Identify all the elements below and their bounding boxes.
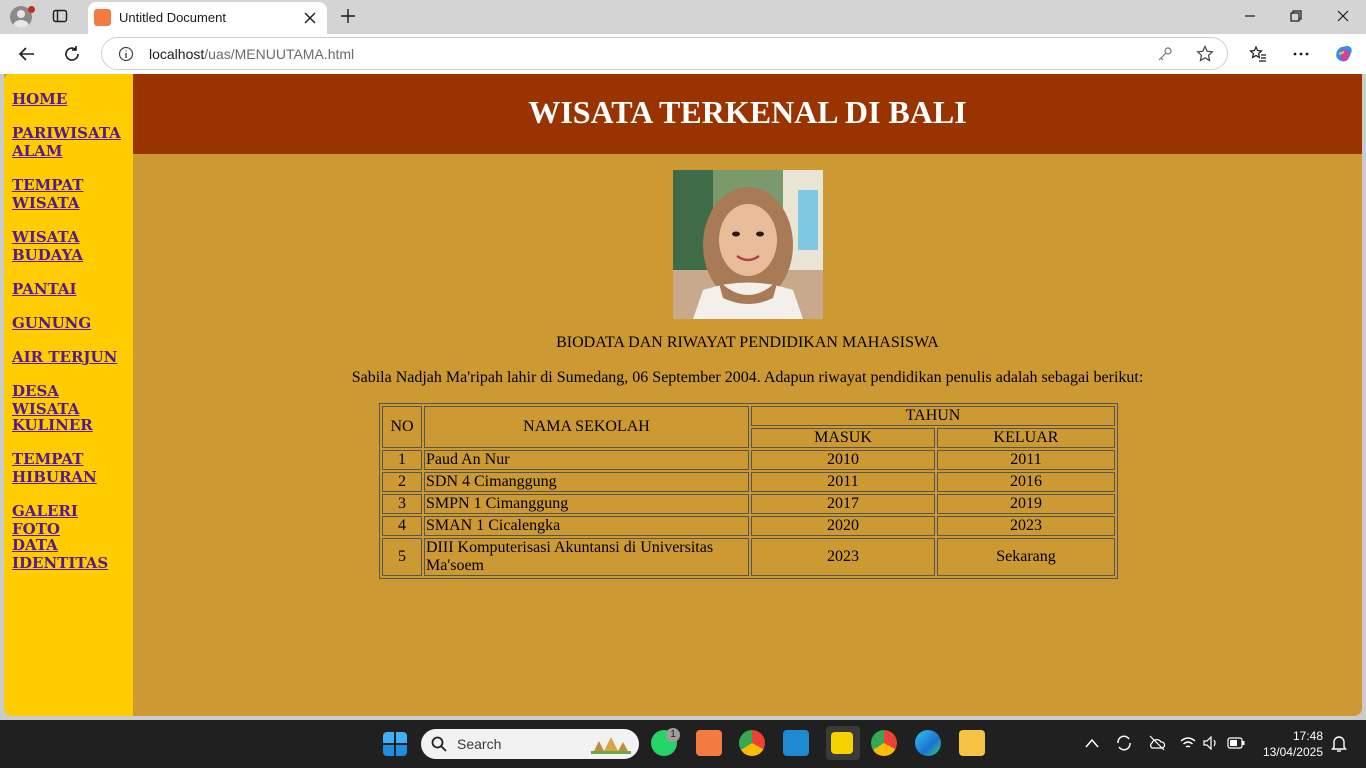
cell-no: 3 [382, 494, 422, 514]
favorite-star-icon[interactable] [1196, 45, 1214, 63]
volume-icon[interactable] [1203, 736, 1219, 750]
browser-tab-bar: Untitled Document [0, 0, 1366, 34]
cell-out: 2023 [937, 516, 1115, 536]
table-row: 1 Paud An Nur 2010 2011 [382, 450, 1115, 470]
nav-pariwisata-alam[interactable]: PARIWISATA ALAM [12, 124, 127, 160]
vscode-icon[interactable] [783, 730, 809, 756]
cell-school: SMPN 1 Cimanggung [424, 494, 749, 514]
bio-text: Sabila Nadjah Ma'ripah lahir di Sumedang… [351, 369, 1144, 386]
header-in: MASUK [751, 428, 935, 448]
favorites-icon[interactable] [1249, 45, 1267, 63]
url-path: /uas/MENUUTAMA.html [204, 46, 355, 62]
table-row: 4 SMAN 1 Cicalengka 2020 2023 [382, 516, 1115, 536]
notification-bell-icon[interactable] [1331, 735, 1347, 753]
close-window-icon[interactable] [1336, 9, 1350, 23]
back-arrow-icon[interactable] [18, 45, 36, 63]
windows-taskbar: Search 1 17:48 13/04/2025 [0, 720, 1366, 768]
cloud-off-icon[interactable] [1148, 735, 1166, 751]
cell-no: 1 [382, 450, 422, 470]
search-placeholder: Search [457, 736, 502, 752]
nav-wisata-budaya[interactable]: WISATA BUDAYA [12, 228, 127, 264]
cell-out: 2016 [937, 472, 1115, 492]
wifi-icon[interactable] [1180, 736, 1196, 750]
nav-pantai[interactable]: PANTAI [12, 280, 127, 298]
cell-school: SMAN 1 Cicalengka [424, 516, 749, 536]
cell-out: 2011 [937, 450, 1115, 470]
chrome-profile-icon[interactable] [871, 730, 897, 756]
cell-in: 2011 [751, 472, 935, 492]
table-row: 3 SMPN 1 Cimanggung 2017 2019 [382, 494, 1115, 514]
sync-icon[interactable] [1115, 734, 1133, 752]
header-no: NO [382, 406, 422, 448]
url-text[interactable]: localhost/uas/MENUUTAMA.html [149, 46, 354, 62]
copilot-icon[interactable] [1333, 43, 1355, 65]
cell-no: 5 [382, 538, 422, 576]
more-options-icon[interactable] [1292, 45, 1310, 63]
cell-in: 2020 [751, 516, 935, 536]
table-row: 5 DIII Komputerisasi Akuntansi di Univer… [382, 538, 1115, 576]
cell-no: 2 [382, 472, 422, 492]
nav-home[interactable]: HOME [12, 90, 127, 108]
cell-out: Sekarang [937, 538, 1115, 576]
browser-toolbar: localhost/uas/MENUUTAMA.html [0, 34, 1366, 74]
nav-air-terjun[interactable]: AIR TERJUN [12, 348, 127, 366]
windows-start-icon[interactable] [383, 732, 407, 756]
file-explorer-icon[interactable] [959, 730, 985, 756]
page-title: WISATA TERKENAL DI BALI [528, 94, 967, 130]
search-highlight-icon [591, 737, 631, 754]
key-icon[interactable] [1157, 46, 1173, 62]
clock-date[interactable]: 13/04/2025 [1255, 745, 1323, 759]
page-viewport: HOME PARIWISATA ALAM TEMPAT WISATA WISAT… [4, 74, 1362, 716]
cell-no: 4 [382, 516, 422, 536]
nav-tempat-hiburan[interactable]: TEMPAT HIBURAN [12, 450, 127, 486]
address-bar[interactable]: localhost/uas/MENUUTAMA.html [101, 37, 1228, 70]
chevron-up-icon[interactable] [1085, 737, 1099, 749]
nav-desa-wisata[interactable]: DESA WISATA [12, 382, 127, 418]
close-tab-icon[interactable] [303, 11, 317, 25]
site-info-icon[interactable] [118, 46, 134, 62]
refresh-icon[interactable] [63, 45, 81, 63]
tab-title: Untitled Document [119, 10, 226, 25]
nav-tempat-wisata[interactable]: TEMPAT WISATA [12, 176, 127, 212]
clock-time[interactable]: 17:48 [1255, 729, 1323, 743]
sidebar-menu: HOME PARIWISATA ALAM TEMPAT WISATA WISAT… [4, 74, 133, 716]
cell-in: 2023 [751, 538, 935, 576]
tab-active[interactable]: Untitled Document [88, 2, 327, 34]
table-row: 2 SDN 4 Cimanggung 2011 2016 [382, 472, 1115, 492]
nav-galeri-foto[interactable]: GALERI FOTO [12, 502, 127, 538]
chrome-icon[interactable] [739, 730, 765, 756]
main-content: WISATA TERKENAL DI BALI BIODATA DAN RIWA… [133, 74, 1362, 716]
battery-icon[interactable] [1227, 737, 1245, 749]
table-header-row: NO NAMA SEKOLAH TAHUN [382, 406, 1115, 448]
bio-title: BIODATA DAN RIWAYAT PENDIDIKAN MAHASISWA [556, 334, 939, 351]
whatsapp-badge: 1 [666, 728, 680, 742]
restore-icon[interactable] [1289, 9, 1303, 23]
new-tab-icon[interactable] [340, 8, 356, 24]
header-out: KELUAR [937, 428, 1115, 448]
search-icon [431, 736, 447, 752]
notification-dot-icon [28, 6, 35, 13]
cell-school: Paud An Nur [424, 450, 749, 470]
cell-out: 2019 [937, 494, 1115, 514]
nav-data-identitas[interactable]: DATA IDENTITAS [12, 536, 127, 572]
xampp-favicon-icon [94, 9, 111, 26]
cell-school: DIII Komputerisasi Akuntansi di Universi… [424, 538, 749, 576]
nav-gunung[interactable]: GUNUNG [12, 314, 127, 332]
education-table: NO NAMA SEKOLAH TAHUN MASUK KELUAR 1 Pau… [379, 403, 1118, 579]
edge-icon[interactable] [915, 730, 941, 756]
cell-in: 2010 [751, 450, 935, 470]
page-header: WISATA TERKENAL DI BALI [133, 74, 1362, 154]
sticky-notes-icon [831, 732, 853, 754]
header-school: NAMA SEKOLAH [424, 406, 749, 448]
xampp-icon[interactable] [696, 730, 722, 756]
cell-school: SDN 4 Cimanggung [424, 472, 749, 492]
header-year: TAHUN [751, 406, 1115, 426]
nav-kuliner[interactable]: KULINER [12, 416, 127, 434]
cell-in: 2017 [751, 494, 935, 514]
taskbar-search[interactable]: Search [421, 729, 639, 759]
minimize-icon[interactable] [1243, 9, 1257, 23]
profile-photo [673, 170, 823, 319]
url-host: localhost [149, 46, 205, 62]
tab-actions-icon[interactable] [52, 8, 68, 24]
